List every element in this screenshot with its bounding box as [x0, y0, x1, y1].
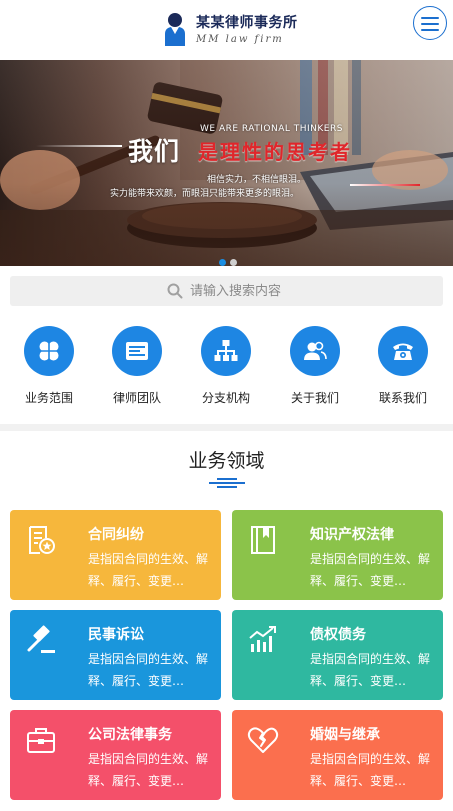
brand-logo[interactable]: 某某律师事务所 MM law firm: [162, 12, 297, 50]
search-bar[interactable]: [10, 276, 443, 306]
quick-nav: 业务范围 律师团队 分支机构 关于我们 联系我们: [0, 322, 453, 414]
card-title: 公司法律事务: [88, 727, 172, 743]
users-icon: [304, 341, 327, 360]
bar-chart-trend-icon: [249, 626, 276, 652]
card-desc: 是指因合同的生效、解释、履行、变更…: [310, 552, 431, 588]
banner-slogan: 我们: [128, 137, 181, 166]
banner-slogan-en: WE ARE RATIONAL THINKERS: [200, 124, 343, 134]
quicknav-lawyer-team[interactable]: 律师团队: [98, 322, 176, 412]
banner-slogan-highlight: 是理性的思考者: [198, 140, 352, 164]
quicknav-about-us[interactable]: 关于我们: [276, 322, 354, 412]
quicknav-icon-bg: [378, 326, 428, 376]
quicknav-icon-bg: [24, 326, 74, 376]
banner-rule: [36, 145, 122, 147]
banner-rule: [350, 184, 420, 186]
card-title: 合同纠纷: [88, 527, 144, 543]
card-desc: 是指因合同的生效、解释、履行、变更…: [88, 652, 209, 688]
four-leaf-icon: [39, 341, 59, 361]
telephone-icon: [393, 343, 413, 360]
carousel-dot[interactable]: [230, 259, 237, 266]
section-title: 业务领域: [188, 450, 265, 472]
quicknav-label: 联系我们: [378, 391, 427, 405]
quicknav-label: 分支机构: [201, 391, 250, 405]
search-input[interactable]: [190, 276, 430, 306]
practice-card-ip-law[interactable]: 知识产权法律 是指因合同的生效、解释、履行、变更…: [232, 510, 443, 600]
id-card-icon: [126, 342, 148, 360]
card-title: 债权债务: [310, 627, 366, 643]
quicknav-label: 律师团队: [112, 391, 161, 405]
card-desc: 是指因合同的生效、解释、履行、变更…: [310, 752, 431, 788]
header: 某某律师事务所 MM law firm: [0, 0, 453, 60]
search-icon[interactable]: [167, 283, 183, 299]
practice-card-marriage[interactable]: 婚姻与继承 是指因合同的生效、解释、履行、变更…: [232, 710, 443, 800]
title-decoration: [209, 478, 245, 488]
brand-name: 某某律师事务所: [196, 15, 298, 31]
card-title: 婚姻与继承: [310, 727, 380, 743]
quicknav-icon-bg: [290, 326, 340, 376]
carousel-indicators: [219, 251, 241, 266]
practice-card-corporate[interactable]: 公司法律事务 是指因合同的生效、解释、履行、变更…: [10, 710, 221, 800]
practice-card-civil-litigation[interactable]: 民事诉讼 是指因合同的生效、解释、履行、变更…: [10, 610, 221, 700]
hamburger-menu-icon[interactable]: [413, 6, 447, 40]
quicknav-label: 业务范围: [24, 391, 73, 405]
section-divider: [0, 424, 453, 431]
org-chart-icon: [214, 340, 238, 361]
card-title: 民事诉讼: [88, 627, 144, 643]
broken-heart-icon: [247, 727, 279, 753]
brand-name-en: MM law firm: [196, 34, 284, 45]
card-desc: 是指因合同的生效、解释、履行、变更…: [88, 752, 209, 788]
quicknav-icon-bg: [201, 326, 251, 376]
card-desc: 是指因合同的生效、解释、履行、变更…: [310, 652, 431, 688]
quicknav-label: 关于我们: [290, 391, 339, 405]
practice-card-debt[interactable]: 债权债务 是指因合同的生效、解释、履行、变更…: [232, 610, 443, 700]
lawyer-logo-icon: [165, 13, 185, 46]
quicknav-icon-bg: [112, 326, 162, 376]
contract-document-icon: [29, 526, 55, 554]
carousel-dot[interactable]: [219, 259, 226, 266]
briefcase-icon: [27, 728, 55, 753]
quicknav-contact-us[interactable]: 联系我们: [364, 322, 442, 412]
bookmark-book-icon: [251, 526, 275, 554]
gavel-icon: [27, 625, 55, 653]
banner-subtext-1: 相信实力，不相信眼泪。: [207, 175, 307, 185]
banner-subtext-2: 实力能带来欢颜，而眼泪只能带来更多的眼泪。: [110, 189, 300, 199]
practice-card-contract[interactable]: 合同纠纷 是指因合同的生效、解释、履行、变更…: [10, 510, 221, 600]
card-title: 知识产权法律: [310, 527, 394, 543]
quicknav-business-scope[interactable]: 业务范围: [10, 322, 88, 412]
card-desc: 是指因合同的生效、解释、履行、变更…: [88, 552, 209, 588]
hero-banner[interactable]: WE ARE RATIONAL THINKERS 我们 是理性的思考者 相信实力…: [0, 60, 453, 266]
quicknav-branches[interactable]: 分支机构: [187, 322, 265, 412]
